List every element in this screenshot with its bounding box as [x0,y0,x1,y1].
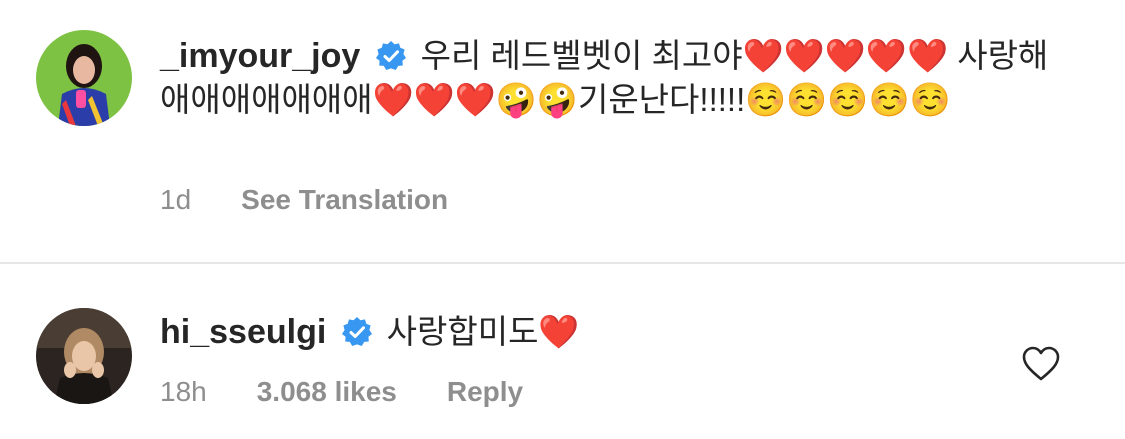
username[interactable]: hi_sseulgi [160,313,326,351]
timestamp: 18h [160,376,207,407]
comment-seulgi: hi_sseulgi 사랑합미도❤️ 18h 3.068 likes Reply [0,264,1125,439]
verified-badge-icon [375,40,407,72]
comment-body: hi_sseulgi 사랑합미도❤️ [160,310,580,354]
comment-joy: _imyour_joy 우리 레드벨벳이 최고야❤️❤️❤️❤️❤️ 사랑해애애… [0,0,1125,262]
profile-photo-icon [36,30,132,126]
comment-meta: 1d See Translation [160,184,448,216]
heart-outline-icon[interactable] [1022,346,1060,382]
timestamp: 1d [160,184,192,215]
likes-count[interactable]: 3.068 likes [257,376,397,408]
comment-text: 사랑합미도❤️ [386,313,580,350]
comment-meta: 18h 3.068 likes Reply [160,376,523,408]
comment-body: _imyour_joy 우리 레드벨벳이 최고야❤️❤️❤️❤️❤️ 사랑해애애… [160,34,1060,121]
avatar-joy[interactable] [36,30,132,126]
profile-photo-icon [36,308,132,404]
avatar-seulgi[interactable] [36,308,132,404]
verified-badge-icon [341,316,373,348]
reply-button[interactable]: Reply [447,376,523,408]
see-translation-button[interactable]: See Translation [241,184,448,216]
username[interactable]: _imyour_joy [160,37,360,75]
